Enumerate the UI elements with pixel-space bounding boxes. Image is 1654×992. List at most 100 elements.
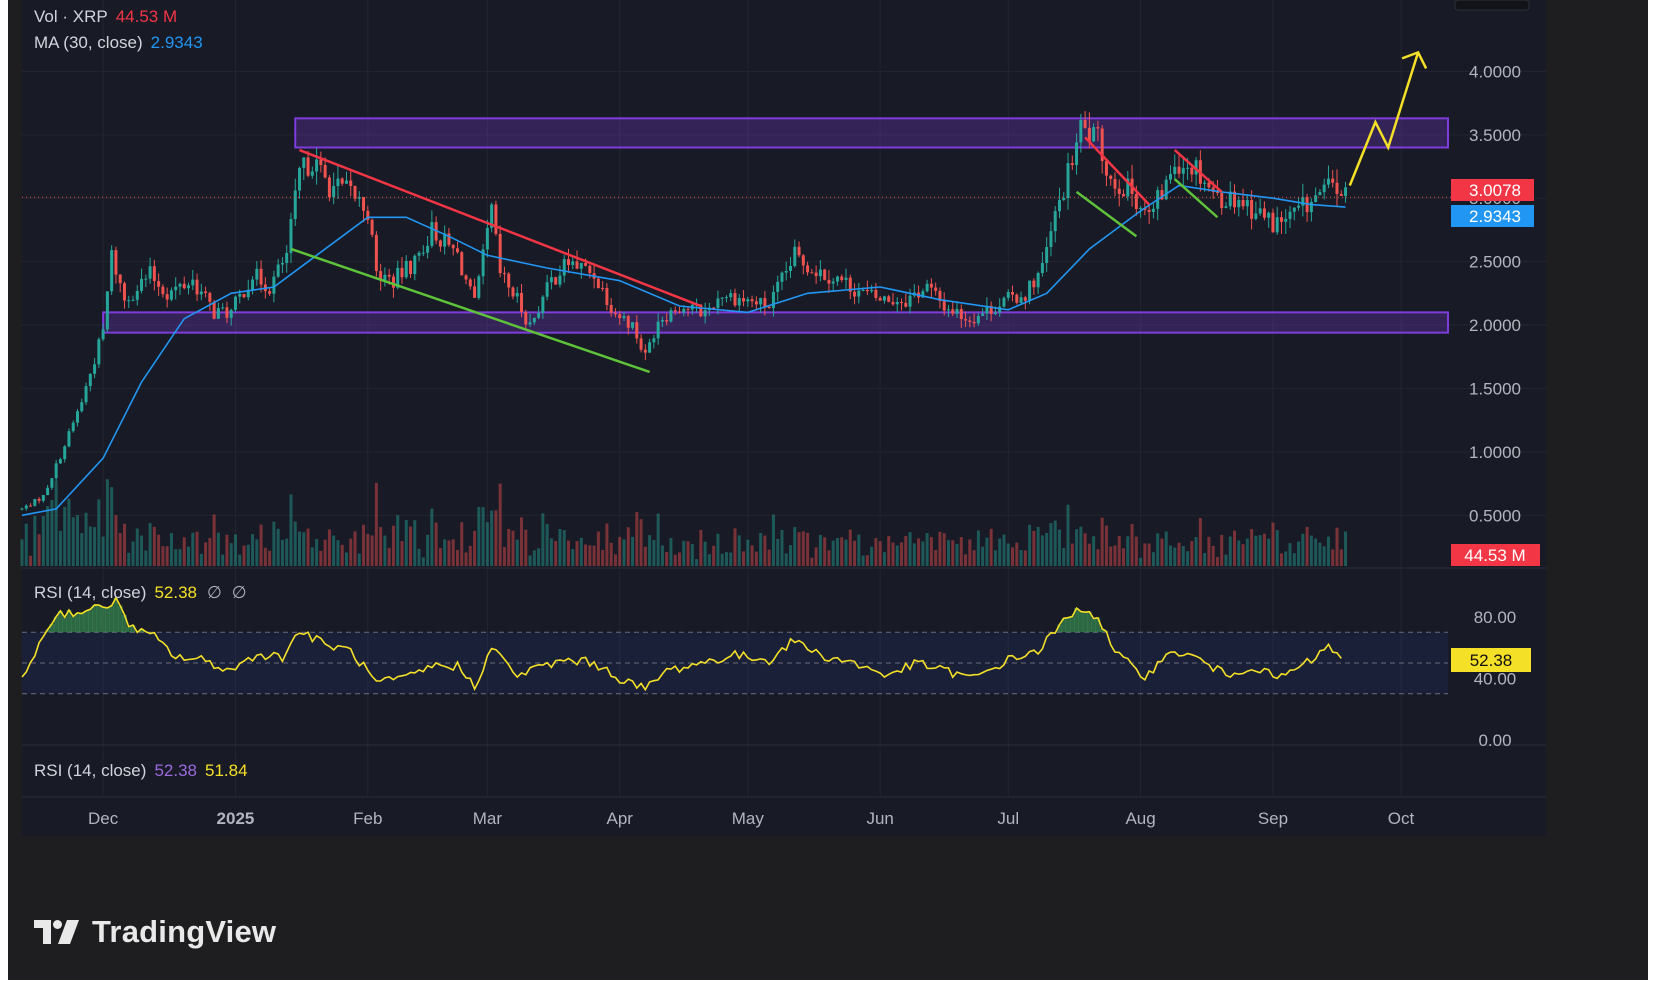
candle-body [233, 296, 237, 310]
volume-bar [1284, 551, 1288, 566]
volume-bar [477, 506, 481, 566]
candle-body [20, 508, 24, 510]
candle-body [182, 283, 186, 289]
candle-body [682, 308, 686, 313]
volume-bar [946, 540, 950, 566]
volume-bar [678, 552, 681, 566]
volume-bar [571, 549, 575, 566]
price-zone [102, 311, 1450, 334]
candle-body [981, 313, 985, 316]
candle-body [959, 309, 963, 320]
volume-bar [118, 533, 122, 566]
rsi-legend[interactable]: RSI (14, close) 52.38 ∅ ∅ [34, 583, 247, 602]
candle-body [660, 320, 664, 322]
candle-body [1045, 246, 1049, 263]
volume-bar [511, 530, 515, 566]
candle-body [1220, 192, 1224, 209]
candle-body [272, 276, 276, 294]
toolbar-button[interactable] [1454, 0, 1530, 11]
candle-body [1275, 217, 1279, 233]
candle-body [302, 157, 306, 168]
volume-bar [246, 544, 250, 566]
volume-bar [878, 541, 882, 566]
volume-bar [900, 542, 904, 566]
volume-legend[interactable]: Vol · XRP 44.53 M [34, 7, 177, 26]
volume-bar [97, 499, 101, 566]
candle-body [929, 283, 933, 288]
price-chart[interactable]: 4.00003.50003.00002.50002.00001.50001.00… [8, 0, 1648, 980]
volume-bar [622, 539, 626, 566]
candle-body [840, 276, 844, 281]
candle-body [1335, 182, 1339, 194]
rsi-badge-text: 52.38 [1470, 651, 1513, 670]
candle-body [101, 329, 105, 340]
volume-bar [1164, 531, 1168, 566]
candle-body [50, 478, 54, 488]
rsi-legend-label: RSI (14, close) [34, 583, 146, 602]
volume-bar [251, 534, 255, 566]
candle-body [140, 278, 144, 291]
candle-body [946, 309, 950, 311]
volume-bar [776, 538, 780, 566]
volume-bar [746, 539, 750, 566]
candle-body [464, 275, 468, 280]
volume-bar [917, 538, 921, 566]
candle-body [285, 252, 289, 263]
volume-bar [831, 540, 835, 566]
candle-body [558, 275, 562, 285]
price-badge: 3.0078 [1451, 179, 1534, 201]
volume-bar [1279, 553, 1283, 566]
candle-body [391, 276, 395, 288]
volume-bar [455, 549, 459, 566]
candle-body [934, 287, 938, 291]
volume-bar [212, 514, 216, 566]
candle-body [1258, 208, 1262, 214]
candle-body [1083, 119, 1087, 128]
candle-body [1019, 297, 1023, 303]
volume-bar [178, 549, 182, 566]
volume-bar [430, 508, 434, 566]
candle-body [870, 289, 874, 292]
volume-bar [1134, 536, 1138, 566]
volume-bar [648, 535, 652, 566]
volume-bar [998, 538, 1002, 566]
volume-bar [1036, 527, 1040, 566]
candle-body [187, 285, 191, 289]
candle-body [216, 308, 220, 319]
volume-bar [1245, 538, 1249, 566]
candle-body [93, 364, 97, 374]
volume-bar [379, 527, 383, 566]
volume-bar [532, 550, 536, 566]
volume-bar [1032, 530, 1036, 566]
candle-body [84, 386, 88, 403]
candle-body [29, 505, 33, 507]
volume-bar [1250, 529, 1254, 566]
volume-bar [827, 550, 831, 566]
volume-bar [814, 547, 818, 566]
candle-body [942, 301, 946, 311]
candle-body [669, 310, 673, 322]
volume-bar [742, 551, 746, 566]
ma-legend[interactable]: MA (30, close) 2.9343 [34, 33, 203, 52]
candle-body [298, 167, 302, 191]
candle-body [80, 402, 84, 412]
rsi-tick-label: 0.00 [1478, 731, 1511, 750]
volume-bar [626, 527, 630, 566]
chart-frame: 4.00003.50003.00002.50002.00001.50001.00… [8, 0, 1648, 980]
volume-bar [413, 520, 417, 566]
candle-body [601, 287, 605, 289]
volume-bar [912, 543, 916, 566]
candle-body [208, 293, 212, 302]
rsi2-legend[interactable]: RSI (14, close) 52.38 51.84 [34, 761, 248, 780]
tradingview-brand[interactable]: TradingView [34, 910, 276, 954]
candle-body [596, 278, 600, 288]
candle-body [853, 291, 857, 297]
volume-bar [464, 552, 468, 566]
volume-bar [1314, 538, 1318, 566]
candle-body [114, 250, 118, 275]
candle-body [110, 250, 114, 292]
y-tick-label: 2.5000 [1469, 253, 1521, 272]
volume-bar [1186, 551, 1190, 566]
volume-bar [1011, 547, 1015, 566]
candle-body [1049, 231, 1053, 247]
